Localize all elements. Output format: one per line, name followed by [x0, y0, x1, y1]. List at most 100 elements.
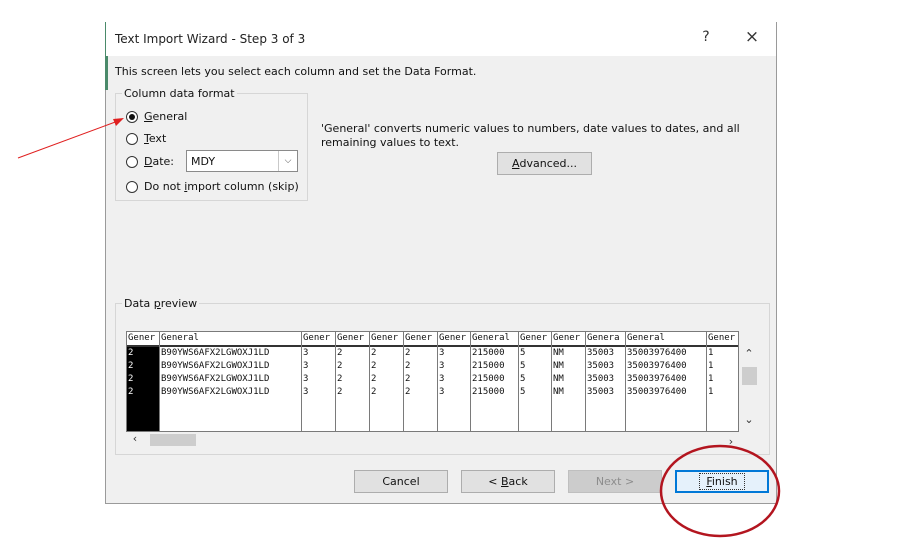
button-label: inish [711, 475, 738, 488]
label-text: ate: [152, 155, 175, 168]
radio-date[interactable]: Date: [126, 155, 174, 168]
preview-column-header[interactable]: Gener [707, 332, 738, 347]
preview-column[interactable]: Genera 35003 35003 35003 35003 [586, 332, 626, 431]
radio-general-circle[interactable] [126, 110, 138, 123]
scroll-up-icon[interactable]: ⌃ [742, 347, 756, 360]
radio-skip[interactable]: Do not import column (skip) [126, 180, 299, 193]
preview-column-header[interactable]: Gener [336, 332, 369, 347]
vertical-scroll-thumb[interactable] [742, 367, 757, 385]
data-preview-grid[interactable]: Gener 2 2 2 2 General B90YWS6AFX2LGWOXJ1LD B90Y… [126, 331, 739, 432]
preview-column[interactable]: Gener 2 2 2 2 [404, 332, 438, 431]
preview-cell: NM [553, 374, 564, 384]
preview-column-header[interactable]: Gener [370, 332, 403, 347]
radio-text-label: Text [144, 132, 166, 145]
access-key: A [511, 157, 520, 170]
preview-cell: NM [553, 361, 564, 371]
preview-cell: 35003 [587, 361, 615, 371]
help-button[interactable]: ? [696, 29, 716, 45]
preview-cell: B90YWS6AFX2LGWOXJ1LD [161, 348, 270, 358]
preview-column[interactable]: Gener 2 2 2 2 [336, 332, 370, 431]
preview-column[interactable]: Gener 3 3 3 3 [438, 332, 471, 431]
title-bar: Text Import Wizard - Step 3 of 3 ? × [106, 22, 776, 56]
radio-general[interactable]: General [126, 110, 187, 123]
preview-column[interactable]: Gener NM NM NM NM [552, 332, 586, 431]
preview-column[interactable]: Gener 2 2 2 2 [127, 332, 160, 431]
preview-column-header[interactable]: Gener [302, 332, 335, 347]
preview-cell: NM [553, 387, 564, 397]
close-button[interactable]: × [742, 27, 762, 47]
preview-cell: 2 [337, 361, 343, 371]
finish-button[interactable]: Finish [675, 470, 769, 493]
vertical-scrollbar[interactable]: ⌃ ⌄ [740, 331, 759, 432]
preview-cell: 35003 [587, 374, 615, 384]
radio-text-circle[interactable] [126, 132, 138, 145]
preview-cell: 215000 [472, 387, 505, 397]
preview-cell: 2 [405, 387, 411, 397]
preview-column[interactable]: General 215000 215000 215000 215000 [471, 332, 519, 431]
window-title: Text Import Wizard - Step 3 of 3 [115, 32, 306, 46]
preview-cell: 3 [439, 361, 445, 371]
preview-column-header[interactable]: General [160, 332, 301, 347]
preview-cell: 1 [708, 387, 714, 397]
preview-cell: 2 [405, 361, 411, 371]
chevron-down-icon[interactable]: ⌵ [278, 151, 297, 171]
horizontal-scroll-thumb[interactable] [150, 434, 196, 446]
preview-column[interactable]: General B90YWS6AFX2LGWOXJ1LD B90YWS6AFX2LG… [160, 332, 302, 431]
scroll-left-icon[interactable]: ‹ [128, 432, 142, 445]
cancel-button[interactable]: Cancel [354, 470, 448, 493]
preview-cell: 215000 [472, 374, 505, 384]
preview-cell: 5 [520, 374, 526, 384]
preview-cell: 2 [371, 374, 377, 384]
preview-cell: 2 [405, 348, 411, 358]
radio-skip-label: Do not import column (skip) [144, 180, 299, 193]
preview-cell: 2 [128, 387, 134, 397]
preview-column[interactable]: Gener 5 5 5 5 [519, 332, 552, 431]
scroll-down-icon[interactable]: ⌄ [742, 413, 756, 426]
preview-column-header[interactable]: General [626, 332, 706, 347]
preview-column-header[interactable]: Gener [438, 332, 470, 347]
button-label: < [488, 475, 501, 488]
preview-cell: B90YWS6AFX2LGWOXJ1LD [161, 374, 270, 384]
preview-cell: 3 [439, 387, 445, 397]
preview-cell: 5 [520, 387, 526, 397]
label-text: Do not [144, 180, 185, 193]
scroll-right-icon[interactable]: › [724, 435, 738, 448]
date-format-select[interactable]: MDY ⌵ [186, 150, 298, 172]
preview-cell: 2 [371, 361, 377, 371]
radio-skip-circle[interactable] [126, 180, 138, 193]
horizontal-scrollbar[interactable]: ‹ › [126, 432, 739, 448]
radio-date-label: Date: [144, 155, 174, 168]
radio-date-circle[interactable] [126, 155, 138, 168]
preview-column-header[interactable]: Genera [586, 332, 625, 347]
preview-cell: 5 [520, 361, 526, 371]
radio-general-label: General [144, 110, 187, 123]
button-label: dvanced... [519, 157, 578, 170]
preview-cell: 2 [371, 348, 377, 358]
next-button[interactable]: Next > [568, 470, 662, 493]
preview-column[interactable]: General 35003976400 35003976400 35003976400… [626, 332, 707, 431]
preview-column[interactable]: Gener 2 2 2 2 [370, 332, 404, 431]
preview-cell: 3 [439, 374, 445, 384]
label-text: mport column (skip) [187, 180, 299, 193]
preview-cell: 2 [337, 374, 343, 384]
preview-column-header[interactable]: General [471, 332, 518, 347]
preview-column[interactable]: Gener 1 1 1 1 [707, 332, 738, 431]
preview-cell: 3 [303, 348, 309, 358]
access-key: B [501, 475, 509, 488]
column-data-format-group: Column data format General Text Date: MD… [115, 87, 308, 201]
preview-cell: 1 [708, 361, 714, 371]
preview-cell: 2 [128, 348, 134, 358]
preview-cell: B90YWS6AFX2LGWOXJ1LD [161, 361, 270, 371]
preview-column-header[interactable]: Gener [404, 332, 437, 347]
label-text: eneral [152, 110, 188, 123]
advanced-button[interactable]: Advanced... [497, 152, 592, 175]
preview-column-header[interactable]: Gener [519, 332, 551, 347]
preview-cell: 35003976400 [627, 387, 687, 397]
radio-text[interactable]: Text [126, 132, 166, 145]
finish-focus-rect: Finish [699, 473, 745, 490]
back-button[interactable]: < Back [461, 470, 555, 493]
preview-column[interactable]: Gener 3 3 3 3 [302, 332, 336, 431]
label-text: Data [124, 297, 154, 310]
preview-column-header[interactable]: Gener [552, 332, 585, 347]
preview-column-header[interactable]: Gener [127, 332, 159, 347]
